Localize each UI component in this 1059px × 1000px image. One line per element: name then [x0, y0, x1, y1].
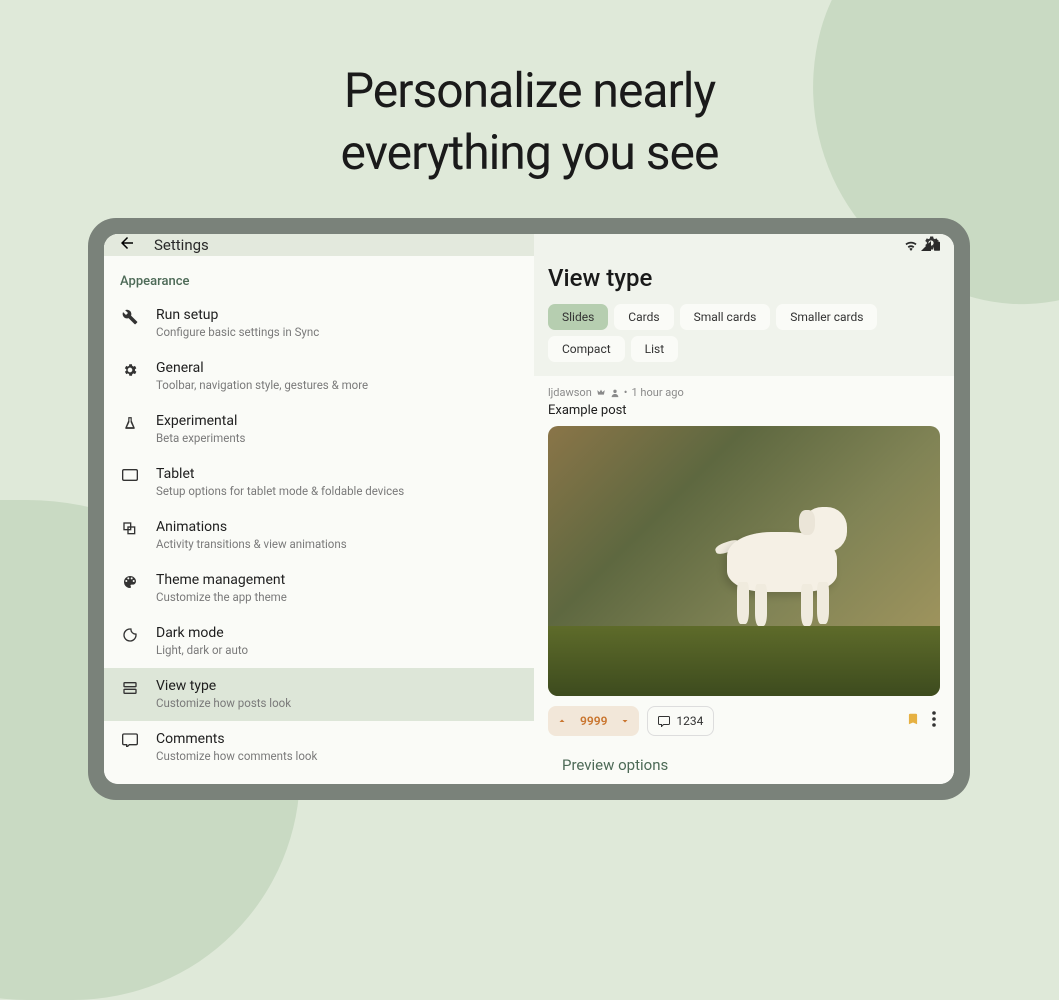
chip-small-cards[interactable]: Small cards [680, 304, 771, 330]
preview-options-title: Preview options [562, 756, 926, 774]
item-title: Animations [156, 519, 518, 535]
item-subtitle: Beta experiments [156, 431, 518, 446]
item-animations[interactable]: Animations Activity transitions & view a… [104, 509, 534, 562]
vote-control: 9999 [548, 706, 639, 736]
item-general[interactable]: General Toolbar, navigation style, gestu… [104, 350, 534, 403]
item-subtitle: Light, dark or auto [156, 643, 518, 658]
item-subtitle: Customize the app theme [156, 590, 518, 605]
back-icon[interactable] [118, 234, 136, 256]
appbar: Settings [104, 234, 534, 256]
item-theme[interactable]: Theme management Customize the app theme [104, 562, 534, 615]
item-subtitle: Setup options for tablet mode & foldable… [156, 484, 518, 499]
downvote-button[interactable] [611, 706, 639, 736]
signal-icon [921, 241, 931, 251]
post-time: 1 hour ago [632, 386, 684, 399]
appbar-title: Settings [154, 236, 209, 254]
chip-smaller-cards[interactable]: Smaller cards [776, 304, 877, 330]
battery-icon [934, 240, 940, 251]
view-type-chips: Slides Cards Small cards Smaller cards C… [534, 304, 954, 376]
item-title: View type [156, 678, 518, 694]
item-awards[interactable]: Awards Customize how awards are shown [104, 773, 534, 784]
palette-icon [120, 572, 140, 590]
settings-pane: Settings Appearance Run setup Configure … [104, 234, 534, 784]
tablet-icon [120, 466, 140, 482]
tools-icon [120, 307, 140, 325]
wifi-icon [904, 241, 918, 251]
gear-icon [120, 360, 140, 378]
item-title: General [156, 360, 518, 376]
headline-line-2: everything you see [341, 124, 719, 181]
comment-count: 1234 [676, 714, 703, 728]
moon-icon [120, 625, 140, 643]
item-title: Theme management [156, 572, 518, 588]
chip-list[interactable]: List [631, 336, 679, 362]
detail-title: View type [534, 256, 954, 304]
item-run-setup[interactable]: Run setup Configure basic settings in Sy… [104, 297, 534, 350]
award-icon [120, 783, 140, 784]
comment-button[interactable]: 1234 [647, 706, 714, 736]
detail-header [534, 234, 954, 256]
flask-icon [120, 413, 140, 431]
crown-icon [596, 388, 606, 398]
item-subtitle: Toolbar, navigation style, gestures & mo… [156, 378, 518, 393]
post-actions: 9999 1234 [548, 696, 940, 736]
headline-line-1: Personalize nearly [344, 62, 715, 119]
post-title: Example post [548, 403, 940, 418]
item-subtitle: Configure basic settings in Sync [156, 325, 518, 340]
user-icon [610, 388, 620, 398]
section-appearance: Appearance [104, 256, 534, 297]
chip-compact[interactable]: Compact [548, 336, 625, 362]
item-title: Awards [156, 783, 518, 784]
item-title: Run setup [156, 307, 518, 323]
item-subtitle: Customize how comments look [156, 749, 518, 764]
post-meta: ljdawson • 1 hour ago [548, 386, 940, 399]
bookmark-icon[interactable] [906, 711, 920, 731]
settings-list: Run setup Configure basic settings in Sy… [104, 297, 534, 784]
chip-cards[interactable]: Cards [614, 304, 673, 330]
item-title: Experimental [156, 413, 518, 429]
item-subtitle: Customize how posts look [156, 696, 518, 711]
item-tablet[interactable]: Tablet Setup options for tablet mode & f… [104, 456, 534, 509]
item-title: Comments [156, 731, 518, 747]
item-dark-mode[interactable]: Dark mode Light, dark or auto [104, 615, 534, 668]
detail-pane: View type Slides Cards Small cards Small… [534, 234, 954, 784]
example-post-card: ljdawson • 1 hour ago Example post [534, 376, 954, 784]
more-options-icon[interactable] [928, 711, 940, 731]
upvote-button[interactable] [548, 706, 576, 736]
post-image[interactable] [548, 426, 940, 696]
view-type-icon [120, 678, 140, 696]
item-title: Tablet [156, 466, 518, 482]
preview-options-card: Preview options [548, 746, 940, 774]
chip-slides[interactable]: Slides [548, 304, 608, 330]
item-title: Dark mode [156, 625, 518, 641]
status-bar [904, 240, 940, 251]
comment-icon [120, 731, 140, 747]
vote-count: 9999 [576, 714, 611, 728]
promo-headline: Personalize nearly everything you see [0, 60, 1059, 185]
tablet-frame: Settings Appearance Run setup Configure … [88, 218, 970, 800]
item-view-type[interactable]: View type Customize how posts look [104, 668, 534, 721]
item-comments[interactable]: Comments Customize how comments look [104, 721, 534, 774]
animation-icon [120, 519, 140, 537]
item-experimental[interactable]: Experimental Beta experiments [104, 403, 534, 456]
item-subtitle: Activity transitions & view animations [156, 537, 518, 552]
post-author[interactable]: ljdawson [548, 386, 592, 399]
meta-separator: • [624, 386, 628, 399]
tablet-screen: Settings Appearance Run setup Configure … [104, 234, 954, 784]
